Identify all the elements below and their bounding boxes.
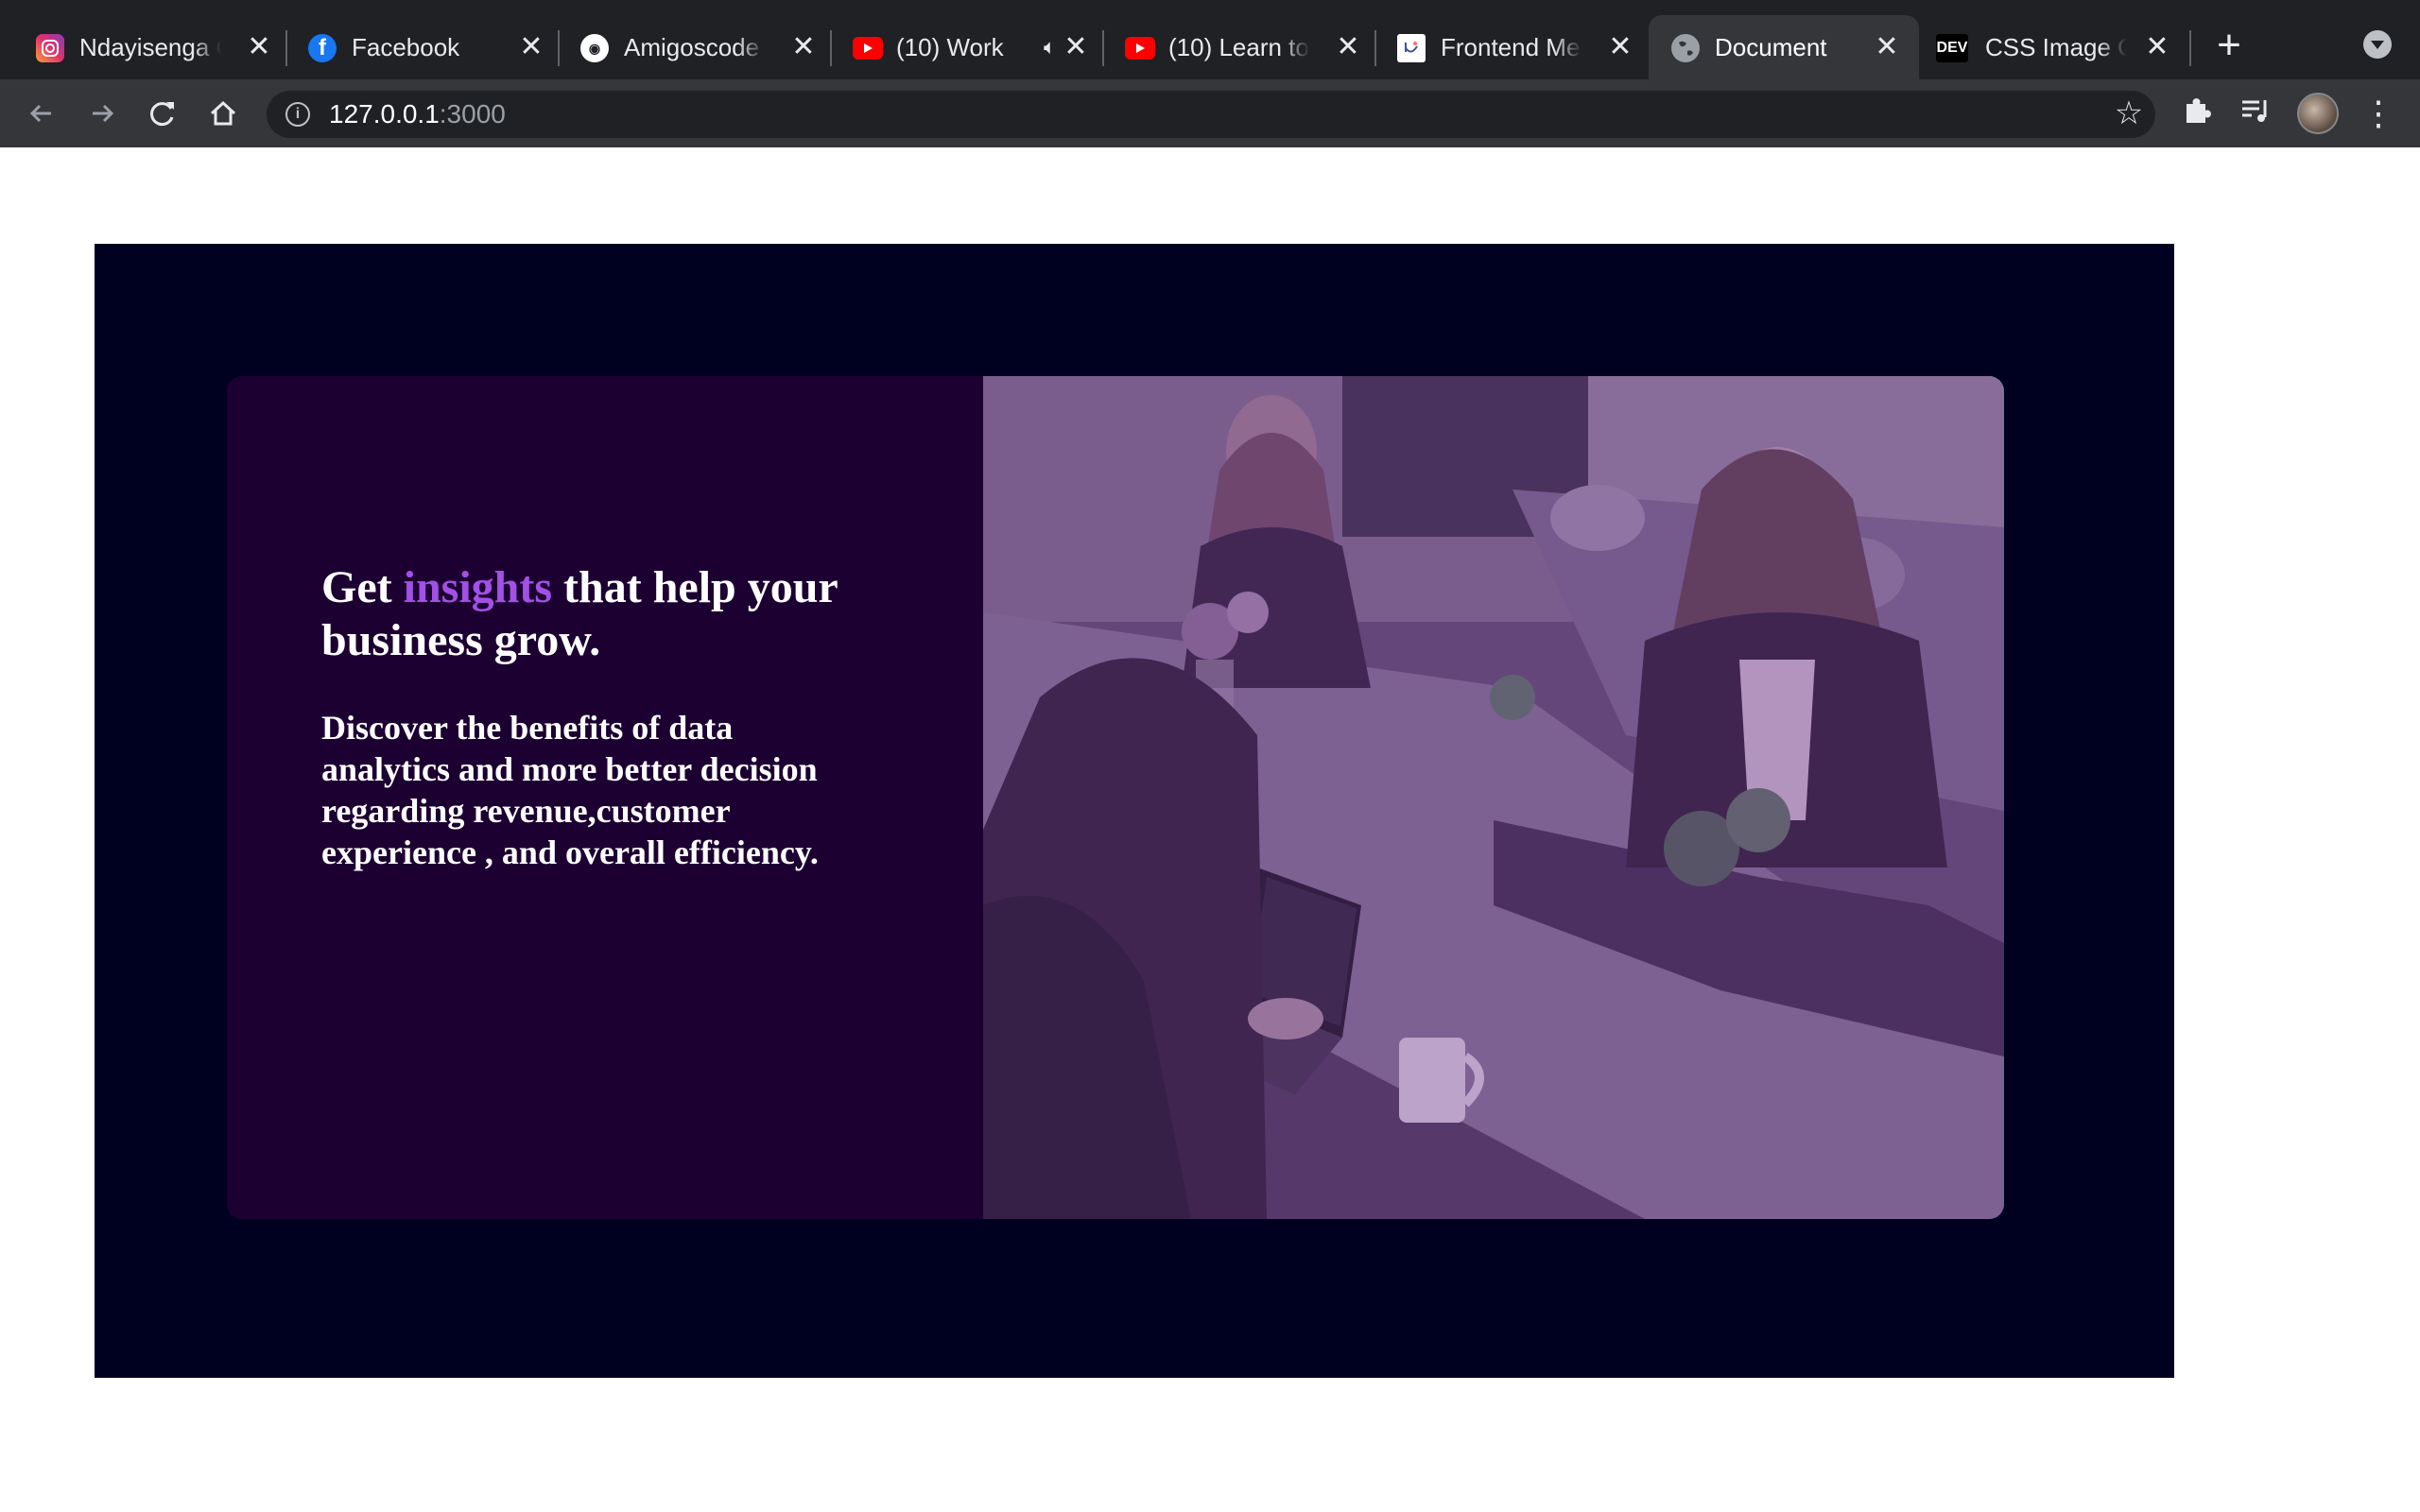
tab-instagram[interactable]: Ndayisenga C ✕ (0, 15, 284, 79)
tab-youtube-work[interactable]: (10) Work 🔈︎ ✕ (817, 15, 1100, 79)
tab-separator (2189, 30, 2191, 66)
tab-title: CSS Image Ov (1985, 33, 2127, 61)
back-icon[interactable] (23, 94, 60, 132)
tab-amigoscode[interactable]: ◉ Amigoscode ✕ (544, 15, 828, 79)
tab-document[interactable]: Document ✕ (1649, 15, 1919, 79)
url-text[interactable]: 127.0.0.1:3000 (329, 98, 506, 130)
new-tab-icon[interactable]: + (2208, 25, 2250, 68)
media-queue-icon[interactable] (2237, 94, 2274, 132)
kebab-menu-icon[interactable]: ⋮ (2360, 94, 2397, 132)
close-tab-icon[interactable]: ✕ (242, 30, 276, 64)
tab-dev-to[interactable]: DEV CSS Image Ov ✕ (1919, 15, 2203, 79)
title-accent: insights (403, 562, 553, 612)
title-start: Get (321, 562, 404, 612)
youtube-icon (1125, 37, 1155, 60)
tab-facebook[interactable]: f Facebook ✕ (272, 15, 556, 79)
browser-toolbar: i 127.0.0.1:3000 ☆ ⋮ (0, 79, 2420, 147)
tab-frontend-mentor[interactable]: Frontend Men ✕ (1361, 15, 1645, 79)
frontend-mentor-icon (1397, 34, 1426, 62)
forward-icon[interactable] (83, 94, 121, 132)
close-tab-icon[interactable]: ✕ (1059, 30, 1093, 64)
photo-purple-overlay (983, 376, 2004, 1219)
instagram-icon (36, 34, 64, 62)
page-background: Get insights that help your business gro… (95, 244, 2174, 1378)
page-title: Get insights that help your business gro… (321, 561, 889, 667)
tab-title: Frontend Men (1441, 33, 1582, 61)
address-bar[interactable]: i 127.0.0.1:3000 ☆ (267, 91, 2155, 138)
url-host: 127.0.0.1 (329, 99, 440, 129)
tab-title: Document (1715, 33, 1827, 61)
tab-title: (10) Work (896, 33, 1004, 61)
close-tab-icon[interactable]: ✕ (514, 30, 548, 64)
card-description: Discover the benefits of data analytics … (321, 709, 819, 871)
facebook-icon: f (308, 34, 337, 62)
page-viewport: Get insights that help your business gro… (0, 149, 2420, 1512)
reload-icon[interactable] (144, 94, 182, 132)
tab-title: Ndayisenga C (79, 33, 221, 61)
extensions-puzzle-icon[interactable] (2178, 94, 2216, 132)
tab-title: (10) Learn to (1168, 33, 1309, 61)
card-text-panel: Get insights that help your business gro… (227, 376, 983, 1219)
tab-search-icon[interactable] (2363, 30, 2392, 59)
bookmark-star-icon[interactable]: ☆ (2112, 96, 2146, 130)
tab-title: Amigoscode (624, 33, 760, 61)
close-tab-icon[interactable]: ✕ (1870, 30, 1904, 64)
url-port: :3000 (439, 99, 506, 129)
office-photo (983, 376, 2004, 1219)
profile-avatar[interactable] (2297, 93, 2339, 134)
close-tab-icon[interactable]: ✕ (786, 30, 821, 64)
tab-title: Facebook (352, 33, 460, 61)
tab-strip: Ndayisenga C ✕ f Facebook ✕ ◉ Amigoscode… (0, 0, 2420, 79)
dev-icon: DEV (1936, 34, 1968, 62)
home-icon[interactable] (204, 94, 242, 132)
close-tab-icon[interactable]: ✕ (1331, 30, 1365, 64)
close-tab-icon[interactable]: ✕ (1603, 30, 1637, 64)
site-info-icon[interactable]: i (285, 102, 310, 127)
globe-icon (1671, 34, 1700, 62)
tab-youtube-learn[interactable]: (10) Learn to ✕ (1089, 15, 1373, 79)
amigoscode-icon: ◉ (580, 34, 609, 62)
youtube-icon (853, 37, 883, 60)
close-tab-icon[interactable]: ✕ (2140, 30, 2174, 64)
stats-card: Get insights that help your business gro… (227, 376, 2004, 1219)
